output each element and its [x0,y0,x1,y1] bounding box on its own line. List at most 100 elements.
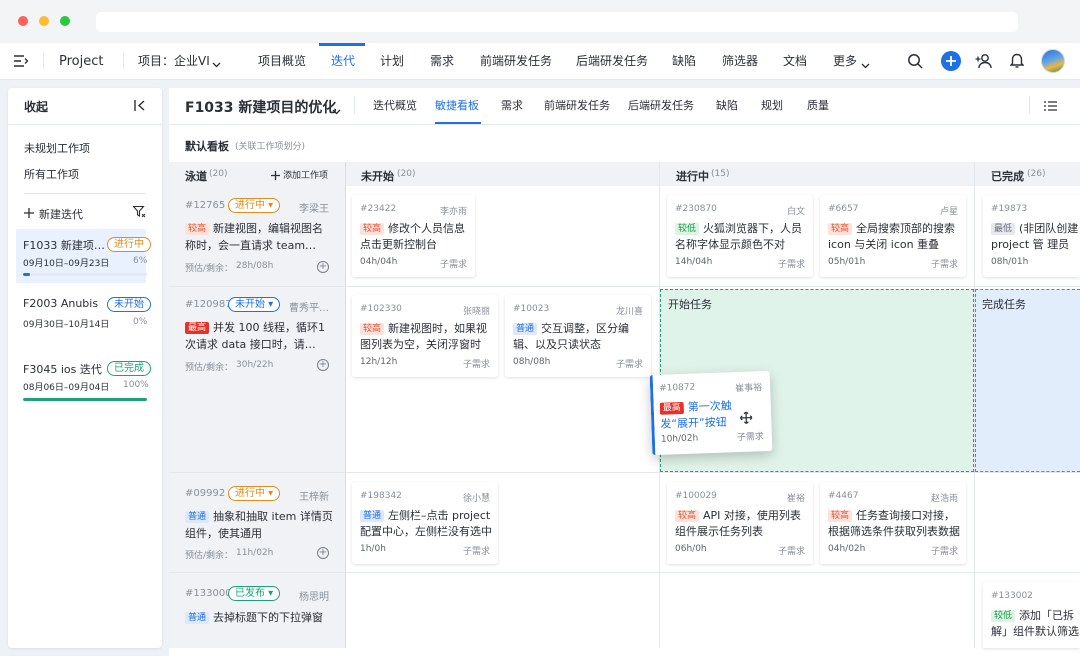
priority-badge: 较低 [675,223,700,235]
project-name: Project [59,54,104,69]
menu-icon[interactable] [14,55,29,70]
bell-icon[interactable] [1009,53,1025,72]
status-badge[interactable]: 进行中 ▾ [228,486,281,501]
tab-requirements[interactable]: 需求 [501,88,523,124]
divider [123,53,124,69]
nav-more[interactable]: 更多 [833,43,857,80]
tab-defects[interactable]: 缺陷 [716,88,738,124]
card-title: 较高 全局搜索顶部的搜索 icon 与关闭 icon 重叠 [828,222,956,251]
chevron-down-icon[interactable] [212,57,221,71]
search-icon[interactable] [907,53,923,72]
card-time: 12h/12h [360,357,398,367]
task-card[interactable]: #198342 徐小慧 普通 左侧栏–点击 project 配置中心，左侧栏没有选… [352,482,498,564]
sidebar-item-all[interactable]: 所有工作项 [24,166,79,182]
add-circle-icon[interactable]: + [317,547,329,559]
card-subtype: 子需求 [736,432,765,444]
address-bar[interactable] [96,12,1018,32]
estimate-label: 预估/剩余： [185,363,234,373]
divider [169,124,1080,125]
chevron-down-icon[interactable] [861,58,870,72]
avatar[interactable] [1041,49,1065,73]
column-title-lane: 泳道 [185,170,207,183]
new-iteration-button[interactable]: 新建迭代 [39,206,83,222]
card-title: 较低添加「已拆解」组件默认筛选器 [991,609,1079,638]
project-selector[interactable]: 项目：企业VI [138,43,210,80]
nav-iteration[interactable]: 迭代 [331,43,355,80]
status-badge[interactable]: 已发布 ▾ [228,586,281,601]
priority-badge: 较高 [675,510,700,522]
priority-badge: 最低 [991,223,1016,235]
add-circle-icon[interactable]: + [317,359,329,371]
card-time: 04h/04h [360,257,398,267]
nav-filters[interactable]: 筛选器 [722,43,758,80]
plus-icon[interactable] [271,169,280,183]
task-card[interactable]: #23422 李亦雨 较高 修改个人员信息点击更新控制台 04h/04h 子需求 [352,195,475,277]
tab-quality[interactable]: 质量 [807,88,829,124]
drop-zone-done[interactable] [975,289,1080,472]
task-card[interactable]: #230870 白文 较低 火狐浏览器下，人员名称字体显示颜色不对 14h/04h… [667,195,813,277]
collapse-icon[interactable] [134,100,146,114]
tab-frontend-tasks[interactable]: 前端研发任务 [544,88,610,124]
swimlane[interactable]: #09992 进行中 ▾ 王梓新 普通 抽象和抽取 item 详情页组件，使其通用… [169,473,345,572]
card-id: #133002 [991,591,1033,601]
column-count: (20) [397,169,416,179]
swimlane[interactable]: #120987 未开始 ▾ 曹秀平… 最高 并发 100 线程，循环1次请求 da… [169,287,345,472]
task-card[interactable]: #4467 赵浩雨 较高 任务查询接口对接，根据筛选条件获取列表数据 04h/02… [820,482,966,564]
card-id: #10872 [658,382,696,394]
list-icon[interactable] [1044,100,1057,114]
card-subtype: 子需求 [615,360,643,370]
swimlane[interactable]: #133000 已发布 ▾ 杨思明 普通 去掉标题下的下拉弹窗 [169,573,345,648]
iteration-name[interactable]: F2003 Anubis [23,297,98,310]
lane-title: 普通 去掉标题下的下拉弹窗 [185,609,333,626]
divider [24,193,146,194]
dragged-task-card[interactable]: #10872 崔事裕 最高 第一次触发“展开”按钮时，点… 10h/02h 子需求 [649,370,773,456]
column-count: (26) [1027,169,1046,179]
status-badge[interactable]: 进行中 ▾ [228,198,281,213]
card-owner: 徐小慧 [462,494,490,504]
nav-frontend-tasks[interactable]: 前端研发任务 [480,43,552,80]
nav-plan[interactable]: 计划 [380,43,404,80]
add-user-icon[interactable] [975,53,993,72]
add-item-button[interactable]: 添加工作项 [283,168,328,181]
iteration-name: F1033 新建项… [23,239,105,252]
task-card[interactable]: #100029 崔裕 较高 API 对接，使用列表组件展示任务列表 06h/0h … [667,482,813,564]
iteration-name[interactable]: F3045 ios 迭代 [23,361,102,377]
nav-docs[interactable]: 文档 [783,43,807,80]
task-card[interactable]: #10023 龙川喜 普通 交互调整，区分编辑、以及只读状态 08h/08h 子需… [505,295,651,377]
filter-icon[interactable] [132,205,146,221]
plus-icon[interactable] [24,207,34,221]
nav-defects[interactable]: 缺陷 [672,43,696,80]
status-badge[interactable]: 未开始 ▾ [228,297,281,312]
plus-icon[interactable] [941,51,961,71]
lane-title: 普通 抽象和抽取 item 详情页组件，使其通用 [185,510,333,540]
tab-planning[interactable]: 规划 [761,88,783,124]
iteration-progress: 100% [123,380,149,390]
iteration-progress: 0% [133,317,148,327]
chevron-down-icon[interactable] [332,104,341,118]
card-owner: 李亦雨 [439,207,467,217]
status-badge: 未开始 [107,296,151,312]
add-circle-icon[interactable]: + [317,261,329,273]
task-card[interactable]: #6657 卢星 较高 全局搜索顶部的搜索 icon 与关闭 icon 重叠 05… [820,195,966,277]
nav-overview[interactable]: 项目概览 [258,43,306,80]
iteration-progress: 6% [133,256,148,266]
priority-badge: 较高 [360,323,385,335]
sidebar-item-unplanned[interactable]: 未规划工作项 [24,140,90,156]
priority-badge: 普通 [185,511,210,523]
maximize-window-button[interactable] [60,16,70,26]
task-card[interactable]: #133002 较低添加「已拆解」组件默认筛选器 [983,582,1080,648]
close-window-button[interactable] [18,16,28,26]
column-title-doing: 进行中 [676,170,709,183]
tab-overview[interactable]: 迭代概览 [373,88,417,124]
priority-badge: 较低 [991,610,1016,622]
minimize-window-button[interactable] [39,16,49,26]
nav-backend-tasks[interactable]: 后端研发任务 [576,43,648,80]
priority-badge: 较高 [360,223,385,235]
tab-backend-tasks[interactable]: 后端研发任务 [628,88,694,124]
task-card[interactable]: #102330 张晓丽 较高 新建视图时，如果视图列表为空，关闭浮窗时 12h/1… [352,295,498,377]
estimate-label: 预估/剩余： [185,551,234,561]
task-card[interactable]: #19873 最低(非团队创建 project 管 理员权 08h/01h [983,195,1080,277]
swimlane[interactable]: #12765 进行中 ▾ 李梁王 较高 新建视图，编辑视图名称时，会一直请求 te… [169,186,345,286]
nav-requirements[interactable]: 需求 [430,43,454,80]
tab-agile-board[interactable]: 敏捷看板 [435,88,479,124]
